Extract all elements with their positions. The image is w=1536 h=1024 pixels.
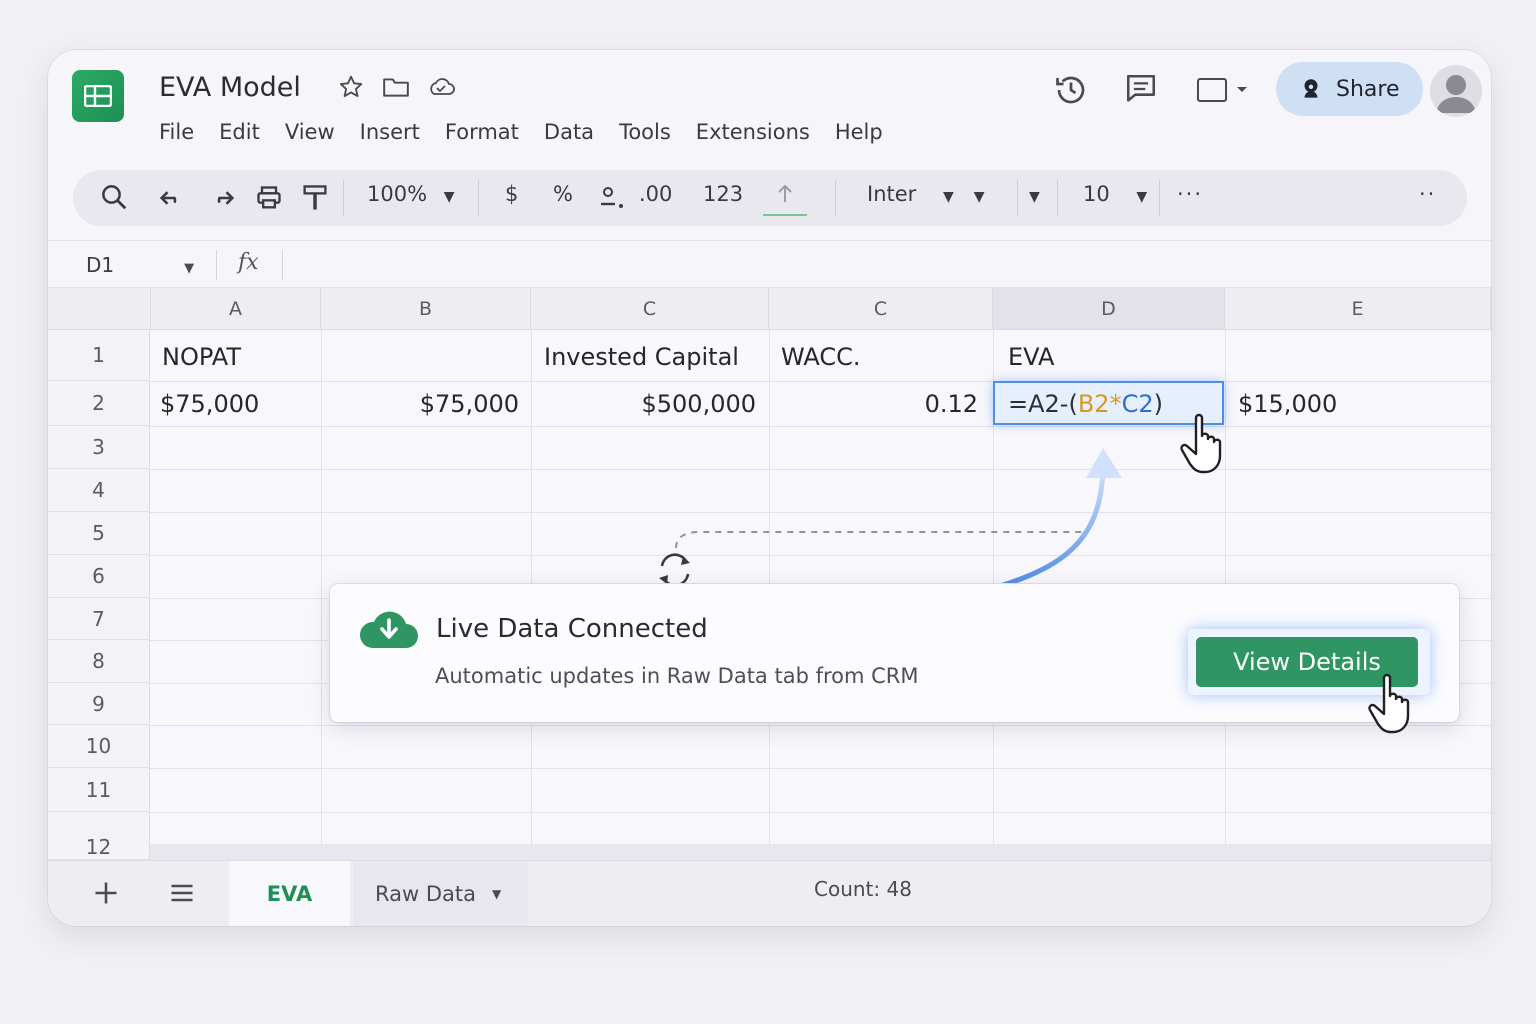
cloud-download-icon (358, 606, 420, 654)
connector-overlay (659, 448, 1122, 609)
hand-cursor-icon (1368, 673, 1410, 734)
sync-icon (659, 553, 690, 587)
hand-cursor-icon (1180, 413, 1222, 474)
notification-title: Live Data Connected (436, 614, 708, 644)
notification-subtitle: Automatic updates in Raw Data tab from C… (435, 664, 919, 688)
live-data-notification: Live Data Connected Automatic updates in… (330, 584, 1459, 722)
